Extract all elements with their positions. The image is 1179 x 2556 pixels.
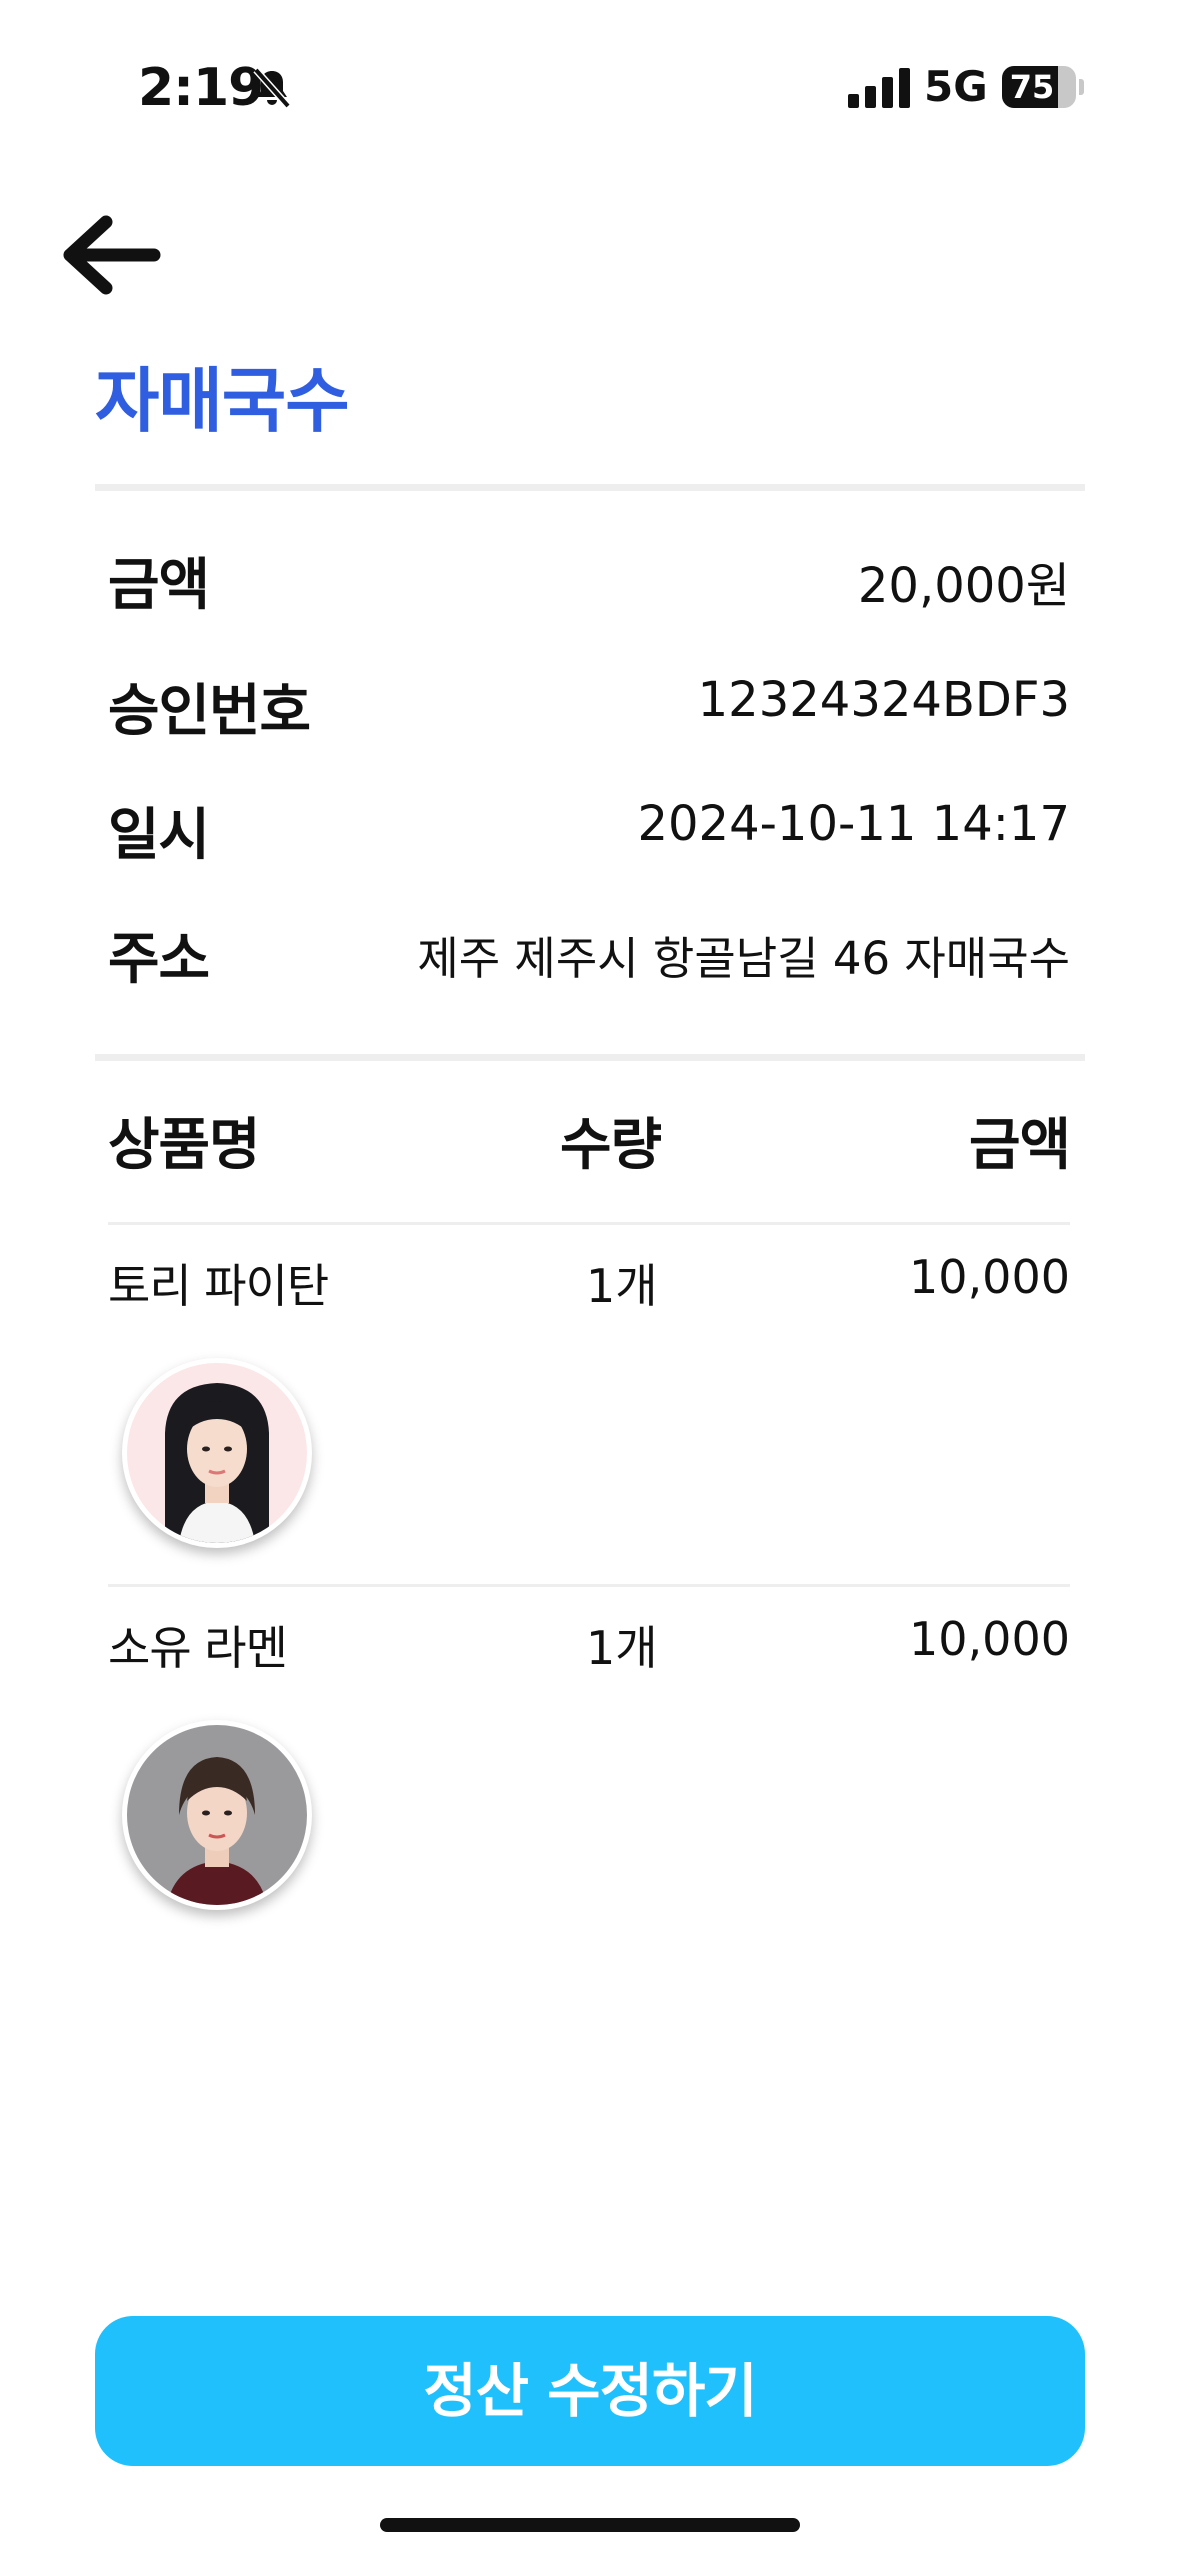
network-type: 5G bbox=[924, 62, 988, 111]
datetime-row: 일시 2024-10-11 14:17 bbox=[108, 790, 1070, 870]
back-button[interactable] bbox=[62, 210, 162, 300]
table-row: 토리 파이탄 1개 10,000 bbox=[108, 1250, 1070, 1320]
bell-slash-icon bbox=[250, 66, 294, 110]
avatar[interactable] bbox=[122, 1358, 312, 1548]
datetime-value: 2024-10-11 14:17 bbox=[637, 796, 1070, 852]
item-quantity: 1개 bbox=[586, 1259, 658, 1313]
address-label: 주소 bbox=[108, 927, 210, 992]
cellular-signal-icon bbox=[848, 66, 910, 108]
item-amount: 10,000 bbox=[909, 1250, 1070, 1304]
item-name: 소유 라멘 bbox=[108, 1621, 288, 1675]
approval-number-label: 승인번호 bbox=[108, 679, 311, 744]
divider bbox=[108, 1584, 1070, 1587]
column-header-amount: 금액 bbox=[968, 1113, 1071, 1178]
items-table-header: 상품명 수량 금액 bbox=[108, 1100, 1071, 1180]
datetime-label: 일시 bbox=[108, 803, 210, 868]
divider bbox=[95, 1054, 1085, 1061]
divider bbox=[95, 484, 1085, 491]
battery-icon: 75 bbox=[1002, 66, 1084, 108]
home-indicator[interactable] bbox=[380, 2518, 800, 2532]
store-name-title: 자매국수 bbox=[95, 360, 350, 442]
avatar[interactable] bbox=[122, 1720, 312, 1910]
status-time: 2:19 bbox=[138, 58, 264, 118]
column-header-quantity: 수량 bbox=[560, 1113, 662, 1178]
address-row: 주소 제주 제주시 항골남길 46 자매국수 bbox=[108, 914, 1070, 994]
column-header-name: 상품명 bbox=[108, 1113, 261, 1178]
edit-settlement-button[interactable]: 정산 수정하기 bbox=[95, 2316, 1085, 2466]
address-value: 제주 제주시 항골남길 46 자매국수 bbox=[417, 932, 1070, 985]
battery-percent: 75 bbox=[1009, 68, 1055, 106]
status-bar: 2:19 5G 75 bbox=[0, 0, 1179, 170]
item-name: 토리 파이탄 bbox=[108, 1259, 329, 1313]
arrow-left-icon bbox=[63, 215, 161, 295]
approval-number-row: 승인번호 12324324BDF3 bbox=[108, 666, 1070, 746]
amount-row: 금액 20,000원 bbox=[108, 540, 1070, 620]
item-amount: 10,000 bbox=[909, 1612, 1070, 1666]
table-row: 소유 라멘 1개 10,000 bbox=[108, 1612, 1070, 1682]
divider bbox=[108, 1222, 1070, 1225]
approval-number-value: 12324324BDF3 bbox=[697, 672, 1070, 728]
amount-label: 금액 bbox=[108, 553, 210, 618]
amount-value: 20,000원 bbox=[857, 558, 1070, 614]
item-quantity: 1개 bbox=[586, 1621, 658, 1675]
